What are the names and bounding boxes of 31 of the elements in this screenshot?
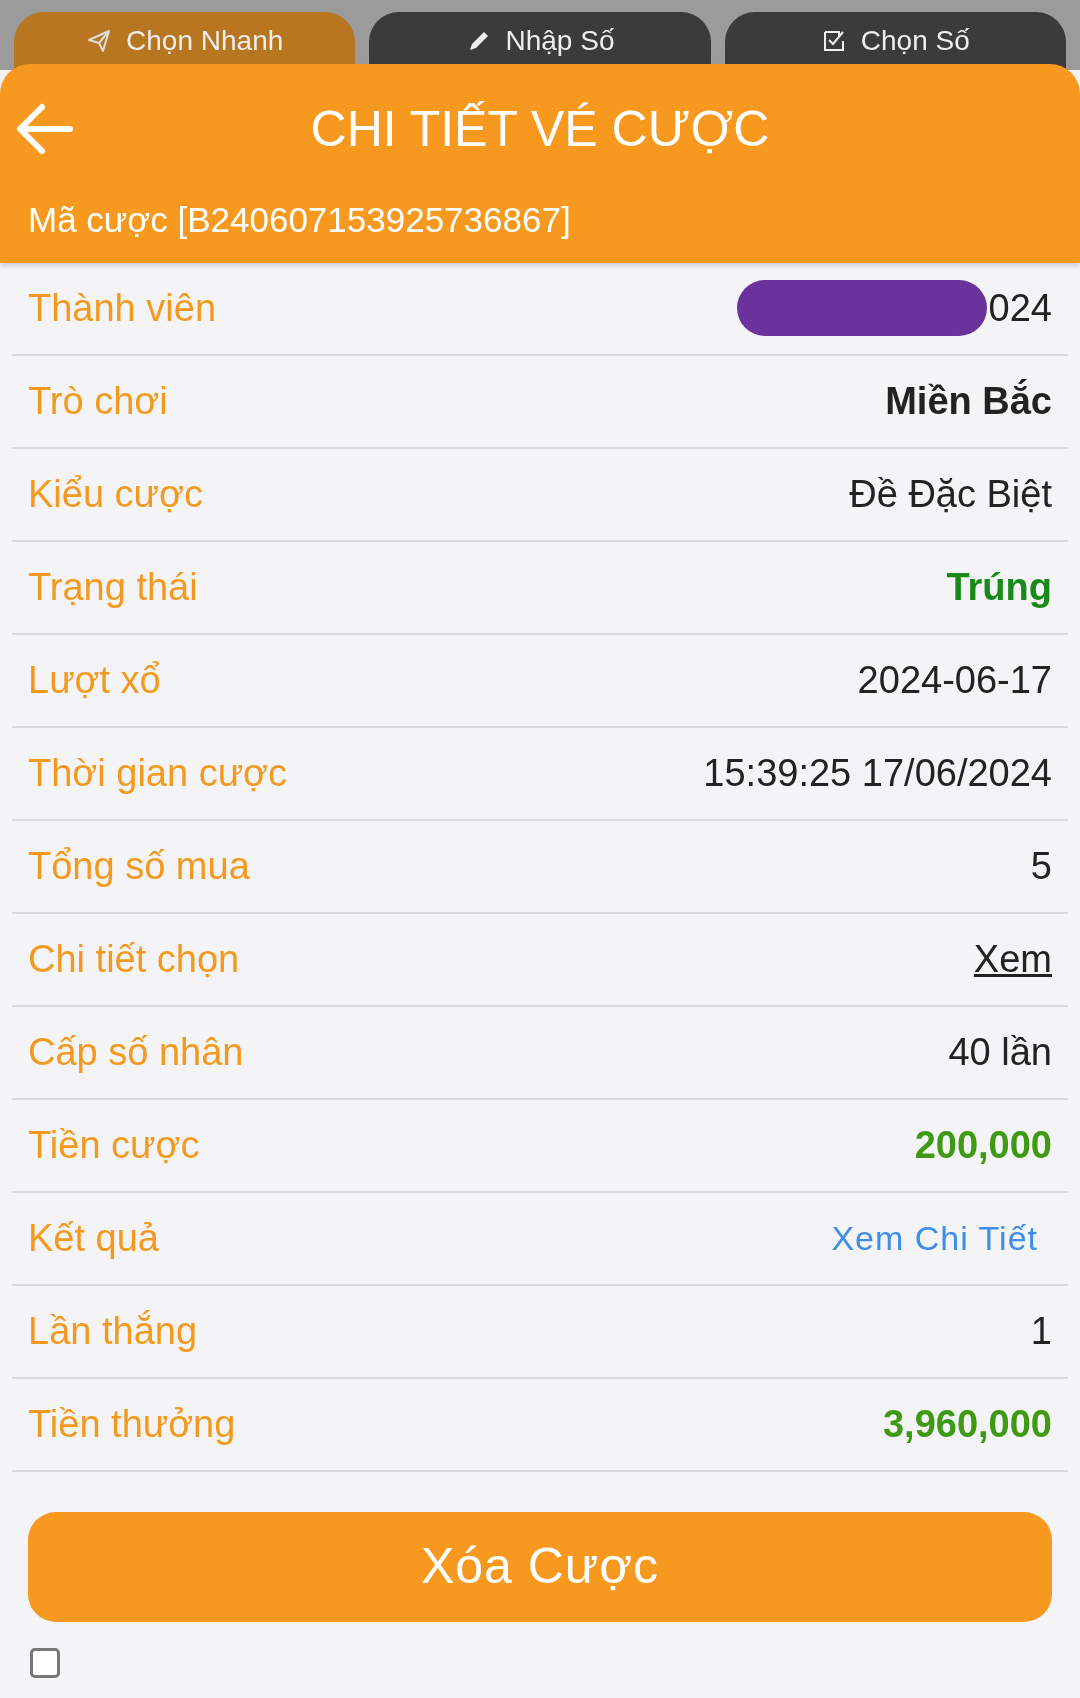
- field-label: Lượt xổ: [28, 657, 161, 703]
- field-label: Tiền cược: [28, 1122, 200, 1168]
- field-label: Thời gian cược: [28, 750, 288, 796]
- field-label: Kết quả: [28, 1215, 159, 1261]
- field-label: Kiểu cược: [28, 471, 203, 517]
- field-value: 5: [1030, 843, 1052, 889]
- field-value: 3,960,000: [882, 1401, 1052, 1447]
- field-value: 40 lần: [948, 1029, 1052, 1075]
- field-value: 1: [1030, 1308, 1052, 1354]
- field-value: 200,000: [914, 1122, 1052, 1168]
- field-label: Trạng thái: [28, 564, 198, 610]
- field-label: Tổng số mua: [28, 843, 250, 889]
- field-value: Miền Bắc: [885, 378, 1052, 424]
- field-label: Chi tiết chọn: [28, 936, 240, 982]
- view-link[interactable]: Xem: [973, 930, 1052, 988]
- field-value: Trúng: [946, 564, 1052, 610]
- paper-plane-icon: [86, 28, 113, 54]
- back-arrow-icon: [14, 102, 74, 156]
- tab[interactable]: Chọn Số: [724, 12, 1066, 70]
- field-value: 024: [988, 285, 1052, 331]
- bet-code: Mã cược [B240607153925736867]: [28, 200, 571, 239]
- field-label: Thành viên: [28, 285, 216, 331]
- field-value: 2024-06-17: [857, 657, 1052, 703]
- field-label: Tiền thưởng: [28, 1401, 236, 1447]
- field-label: Cấp số nhân: [28, 1029, 244, 1075]
- dialog-title: CHI TIẾT VÉ CƯỢC: [310, 99, 770, 159]
- field-value: Đề Đặc Biệt: [849, 471, 1052, 517]
- checkbox[interactable]: [30, 1647, 60, 1678]
- field-value: 15:39:25 17/06/2024: [703, 750, 1052, 796]
- field-label: Trò chơi: [28, 378, 168, 424]
- field-label: Lần thắng: [28, 1308, 198, 1354]
